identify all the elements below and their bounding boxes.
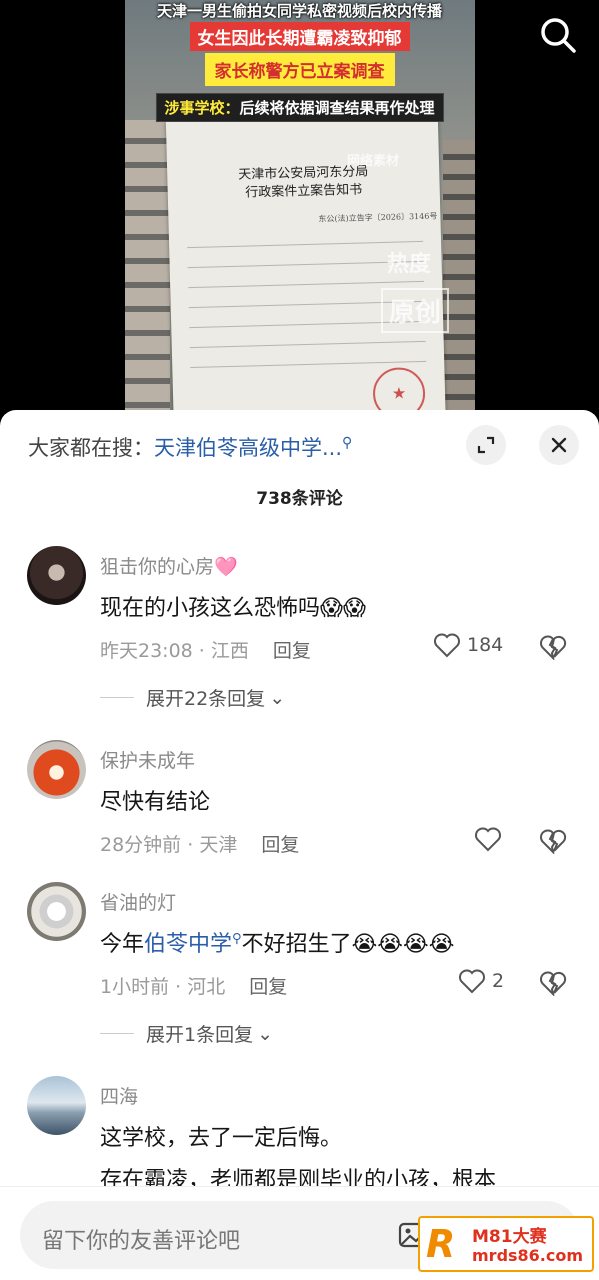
comment-text: 尽快有结论 — [100, 790, 211, 815]
caption-line4-rest: 后续将依据调查结果再作处理 — [239, 99, 435, 117]
reply-button[interactable]: 回复 — [249, 976, 287, 998]
watermark-hot: 热度 — [387, 252, 432, 277]
brand-url: mrds86.com — [472, 1246, 584, 1265]
caption-line4-prefix: 涉事学校： — [164, 99, 240, 117]
dislike-button[interactable] — [539, 970, 567, 1000]
doc-ref-no: 东公(法)立告字〔2026〕3146号 — [318, 211, 438, 224]
watermark-material: 网络素材 — [347, 154, 400, 169]
comment-author[interactable]: 省油的灯 — [100, 888, 176, 915]
chevron-down-icon: ⌄ — [257, 1022, 274, 1045]
like-button[interactable]: 2 — [458, 968, 504, 994]
expand-replies[interactable]: 展开1条回复 ⌄ — [100, 1020, 273, 1047]
comment-location: 江西 — [210, 640, 249, 662]
brand-name: M81大赛 — [472, 1227, 547, 1247]
close-button[interactable] — [539, 425, 579, 465]
comment-text-line1: 这学校，去了一定后悔。 — [100, 1126, 343, 1151]
chevron-down-icon: ⌄ — [269, 686, 286, 709]
comment-count: 738条评论 — [256, 489, 343, 509]
search-icon — [541, 18, 576, 53]
like-count: 2 — [492, 970, 505, 992]
comment-author[interactable]: 四海 — [100, 1082, 138, 1109]
reply-button[interactable]: 回复 — [273, 640, 311, 662]
comment-author[interactable]: 狙击你的心房🩷 — [100, 552, 238, 579]
heart-icon — [459, 969, 485, 994]
comment-meta: 1小时前 · 河北 回复 — [100, 976, 288, 998]
like-count: 184 — [467, 634, 504, 656]
comment-author[interactable]: 保护未成年 — [100, 746, 195, 773]
broken-heart-icon — [540, 635, 567, 662]
comment-meta: 28分钟前 · 天津 回复 — [100, 834, 300, 856]
avatar[interactable] — [27, 882, 86, 941]
comment-text: 今年伯苓中学⚲不好招生了😭😭😭😭 — [100, 931, 455, 957]
comment-location: 河北 — [187, 976, 226, 998]
caption-line2: 女生因此长期遭霸凌致抑郁 — [189, 22, 410, 51]
comment-meta: 昨天23:08 · 江西 回复 — [100, 640, 311, 662]
caption-line4: 涉事学校：后续将依据调查结果再作处理 — [155, 93, 444, 122]
dislike-button[interactable] — [539, 828, 567, 858]
crying-emoji: 😭😭😭😭 — [351, 932, 455, 957]
search-small-icon: ⚲ — [232, 931, 242, 947]
broken-heart-icon — [540, 971, 567, 998]
comment-time: 28分钟前 — [100, 834, 182, 856]
search-link[interactable]: 伯苓中学 — [144, 932, 232, 957]
expand-replies[interactable]: 展开22条回复 ⌄ — [100, 684, 285, 711]
dislike-button[interactable] — [539, 634, 567, 664]
close-icon — [551, 437, 567, 453]
comment-location: 天津 — [199, 834, 238, 856]
building-left — [125, 120, 170, 430]
like-button[interactable]: 184 — [433, 632, 503, 658]
video-player[interactable]: 天津市公安局河东分局 行政案件立案告知书 东公(法)立告字〔2026〕3146号… — [0, 0, 599, 430]
avatar[interactable] — [27, 740, 86, 799]
heart-icon — [475, 827, 501, 852]
comment-sheet: 大家都在搜：天津伯苓高级中学...⚲ 738条评论 狙击你的心房🩷 现在的小孩这… — [0, 410, 599, 1280]
watermark-original: 原创 — [381, 288, 450, 333]
building-right — [443, 140, 475, 430]
avatar[interactable] — [27, 1076, 86, 1135]
hot-search-bar[interactable]: 大家都在搜：天津伯苓高级中学...⚲ — [28, 432, 352, 462]
hot-search-label: 大家都在搜： — [28, 436, 154, 460]
caption-line1: 天津一男生偷拍女同学私密视频后校内传播 — [156, 2, 443, 20]
expand-button[interactable] — [466, 425, 506, 465]
pink-heart-emoji: 🩷 — [214, 556, 238, 578]
brand-watermark: R M81大赛 mrds86.com — [418, 1216, 594, 1272]
sheet-header: 大家都在搜：天津伯苓高级中学...⚲ — [0, 410, 599, 470]
comment-input-placeholder: 留下你的友善评论吧 — [42, 1229, 241, 1254]
comment-time: 昨天23:08 — [100, 640, 193, 662]
comment-text: 现在的小孩这么恐怖吗😱😱 — [100, 596, 366, 621]
search-button[interactable] — [537, 14, 579, 56]
search-small-icon: ⚲ — [342, 435, 353, 451]
like-button[interactable] — [474, 826, 502, 852]
broken-heart-icon — [540, 829, 567, 856]
reply-button[interactable]: 回复 — [261, 834, 299, 856]
comment-time: 1小时前 — [100, 976, 170, 998]
expand-icon — [477, 436, 495, 454]
brand-logo: R — [426, 1222, 456, 1266]
avatar[interactable] — [27, 546, 86, 605]
hot-search-query[interactable]: 天津伯苓高级中学... — [154, 436, 342, 460]
caption-line3: 家长称警方已立案调查 — [204, 53, 395, 86]
scream-emoji: 😱😱 — [320, 596, 366, 621]
heart-icon — [434, 633, 460, 658]
